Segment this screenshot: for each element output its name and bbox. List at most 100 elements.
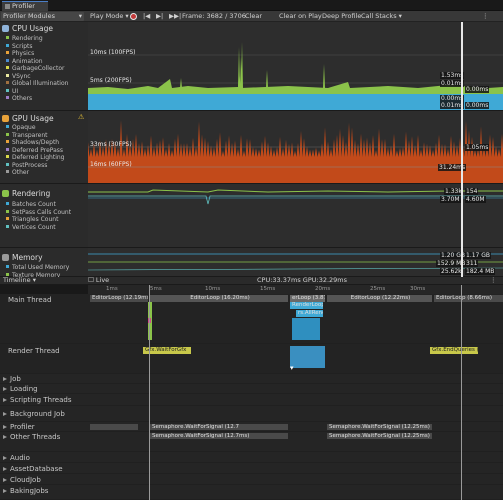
sample-block[interactable]: EditorLoop (16.20ms) [150, 295, 288, 302]
thread-group-label: Scripting Threads [3, 396, 71, 404]
legend-item[interactable]: Global Illumination [6, 80, 68, 88]
gpu-chart-graphic [88, 120, 503, 183]
cpu-module-panel[interactable]: CPU Usage Rendering Scripts Physics Anim… [0, 22, 88, 111]
cpu-ref-line-label: 10ms (100FPS) [90, 49, 136, 56]
rendering-module-panel[interactable]: Rendering Batches Count SetPass Calls Co… [0, 184, 88, 248]
clear-button[interactable]: Clear [243, 12, 264, 21]
sample-block[interactable]: Semaphore.WaitForSignal (12.25ms) [327, 424, 432, 430]
thread-group-label: Loading [3, 385, 38, 393]
legend-item[interactable]: Deferred Lighting [6, 154, 64, 162]
cpu-icon [2, 25, 9, 32]
expand-arrow-icon[interactable]: ▾ [290, 364, 296, 372]
legend-item[interactable]: Batches Count [6, 201, 71, 209]
legend-item[interactable]: Deferred PrePass [6, 147, 64, 155]
view-mode-dropdown[interactable]: Timeline ▾ [1, 276, 38, 285]
more-menu-icon[interactable]: ⋮ [480, 12, 491, 21]
sample-block[interactable]: EditorLoop (12.22ms) [327, 295, 432, 302]
gpu-usage-chart[interactable]: 33ms (30FPS) 16ms (60FPS) [88, 111, 503, 184]
legend-item[interactable]: Transparent [6, 132, 64, 140]
gpu-module-title: GPU Usage [2, 114, 54, 123]
legend-item[interactable]: Shadows/Depth [6, 139, 64, 147]
sample-block[interactable]: EditorLoop (12.19ms) [90, 295, 148, 302]
frame-cursor[interactable] [461, 22, 463, 277]
legend-item[interactable]: PostProcess [6, 162, 64, 170]
timeline-options-icon[interactable]: ⋮ [488, 276, 499, 285]
legend-item[interactable]: Scripts [6, 43, 68, 51]
record-button[interactable] [130, 13, 137, 20]
sample-block[interactable] [90, 424, 138, 430]
tab-profiler[interactable]: Profiler [2, 1, 48, 11]
thread-group-label: CloudJob [3, 476, 41, 484]
thread-row-render[interactable]: Render Thread [0, 344, 503, 374]
sample-block[interactable]: Semaphore.WaitForSignal (12.25ms) [327, 433, 432, 439]
legend-item[interactable]: Other [6, 169, 64, 177]
profiler-toolbar: Profiler Modules ▾ Play Mode ▾ |◀ ▶| ▶▶| … [0, 11, 503, 22]
sample-stack[interactable] [292, 318, 320, 340]
gpu-module-panel[interactable]: GPU Usage ⚠ Opaque Transparent Shadows/D… [0, 111, 88, 184]
call-stacks-dropdown[interactable]: Call Stacks ▾ [359, 12, 404, 21]
clear-on-play-toggle[interactable]: Clear on Play [277, 12, 324, 21]
sample-block[interactable]: RenderLoop... [290, 302, 323, 309]
ruler-tick: 5ms [150, 286, 162, 292]
sample-block[interactable]: EditorLoop (8.66ms) [434, 295, 503, 302]
play-mode-dropdown[interactable]: Play Mode ▾ [88, 12, 131, 21]
next-frame-button[interactable]: ▶| [154, 12, 165, 21]
legend-item[interactable]: UI [6, 88, 68, 96]
legend-item[interactable]: SetPass Calls Count [6, 209, 71, 217]
thread-group-row[interactable]: Audio [0, 452, 503, 463]
frame-boundary [461, 285, 462, 500]
tab-bar: Profiler [0, 0, 503, 11]
expand-arrow-icon [3, 425, 7, 429]
expand-arrow-icon [3, 398, 7, 402]
legend-item[interactable]: Rendering [6, 35, 68, 43]
sample-block[interactable]: Gfx.WaitForGfx [143, 347, 191, 354]
rendering-value-label: 4.60M [465, 196, 486, 203]
thread-group-label: Other Threads [3, 433, 60, 441]
expand-arrow-icon [3, 377, 7, 381]
checkbox-icon: ☐ [88, 276, 94, 284]
rendering-chart-graphic [88, 189, 503, 205]
timeline-header: Timeline ▾ ☐ Live CPU:33.37ms GPU:32.29m… [0, 276, 503, 285]
legend-item[interactable]: GarbageCollector [6, 65, 68, 73]
sample-block[interactable]: rs.AllRende [296, 310, 323, 317]
sample-block[interactable]: erLoop (3.87 [290, 295, 325, 302]
sample-block[interactable]: Semaphore.WaitForSignal (12.7ms) [150, 433, 288, 439]
legend-item[interactable]: Vertices Count [6, 224, 71, 232]
view-mode-label: Timeline [3, 276, 31, 284]
deep-profile-toggle[interactable]: Deep Profile [320, 12, 363, 21]
legend-item[interactable]: Others [6, 95, 68, 103]
thread-group-label: Profiler [3, 423, 35, 431]
thread-group-row[interactable]: AssetDatabase [0, 463, 503, 474]
thread-group-row[interactable]: BakingJobs [0, 485, 503, 500]
ruler-tick: 20ms [315, 286, 331, 292]
expand-arrow-icon [3, 456, 7, 460]
sample-block[interactable]: Gfx.EndQueries ( [430, 347, 478, 354]
cpu-legend: Rendering Scripts Physics Animation Garb… [6, 35, 68, 103]
legend-item[interactable]: Total Used Memory [6, 264, 69, 272]
ruler-tick: 1ms [106, 286, 118, 292]
rendering-legend: Batches Count SetPass Calls Count Triang… [6, 201, 71, 231]
legend-item[interactable]: Triangles Count [6, 216, 71, 224]
thread-group-row[interactable]: Loading [0, 384, 503, 394]
rendering-value-label: 3.70M [440, 196, 461, 203]
warning-icon[interactable]: ⚠ [78, 113, 84, 121]
thread-group-row[interactable]: CloudJob [0, 474, 503, 485]
rendering-value-label: 154 [465, 188, 479, 195]
memory-value-label: 1.17 GB [465, 252, 492, 259]
previous-frame-button[interactable]: |◀ [141, 12, 152, 21]
thread-group-row[interactable]: Background Job [0, 406, 503, 422]
thread-group-row[interactable]: Scripting Threads [0, 394, 503, 406]
legend-item[interactable]: Physics [6, 50, 68, 58]
memory-module-panel[interactable]: Memory Total Used Memory Texture Memory [0, 248, 88, 279]
legend-item[interactable]: Animation [6, 58, 68, 66]
rendering-chart[interactable] [88, 184, 503, 248]
thread-group-row[interactable]: Job [0, 374, 503, 384]
live-toggle[interactable]: ☐ Live [86, 276, 111, 285]
legend-item[interactable]: Opaque [6, 124, 64, 132]
sample-block[interactable]: Semaphore.WaitForSignal (12.7 [150, 424, 288, 430]
legend-item[interactable]: VSync [6, 73, 68, 81]
chevron-down-icon: ▾ [78, 12, 82, 20]
rendering-module-title: Rendering [2, 189, 50, 198]
profiler-modules-dropdown[interactable]: Profiler Modules ▾ [1, 12, 84, 21]
time-ruler[interactable]: 1ms 5ms 10ms 15ms 20ms 25ms 30ms [88, 285, 503, 294]
